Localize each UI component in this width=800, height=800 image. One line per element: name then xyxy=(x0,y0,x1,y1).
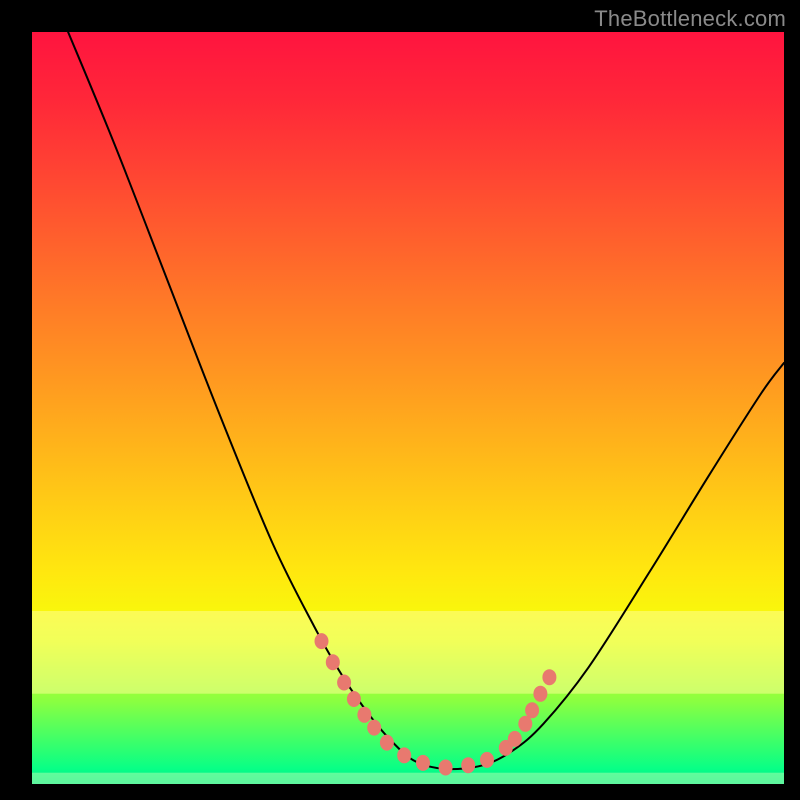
frame: TheBottleneck.com xyxy=(0,0,800,800)
watermark-text: TheBottleneck.com xyxy=(594,6,786,32)
bottleneck-curve xyxy=(32,32,784,784)
curve-markers xyxy=(315,633,557,775)
plot-area xyxy=(32,32,784,784)
